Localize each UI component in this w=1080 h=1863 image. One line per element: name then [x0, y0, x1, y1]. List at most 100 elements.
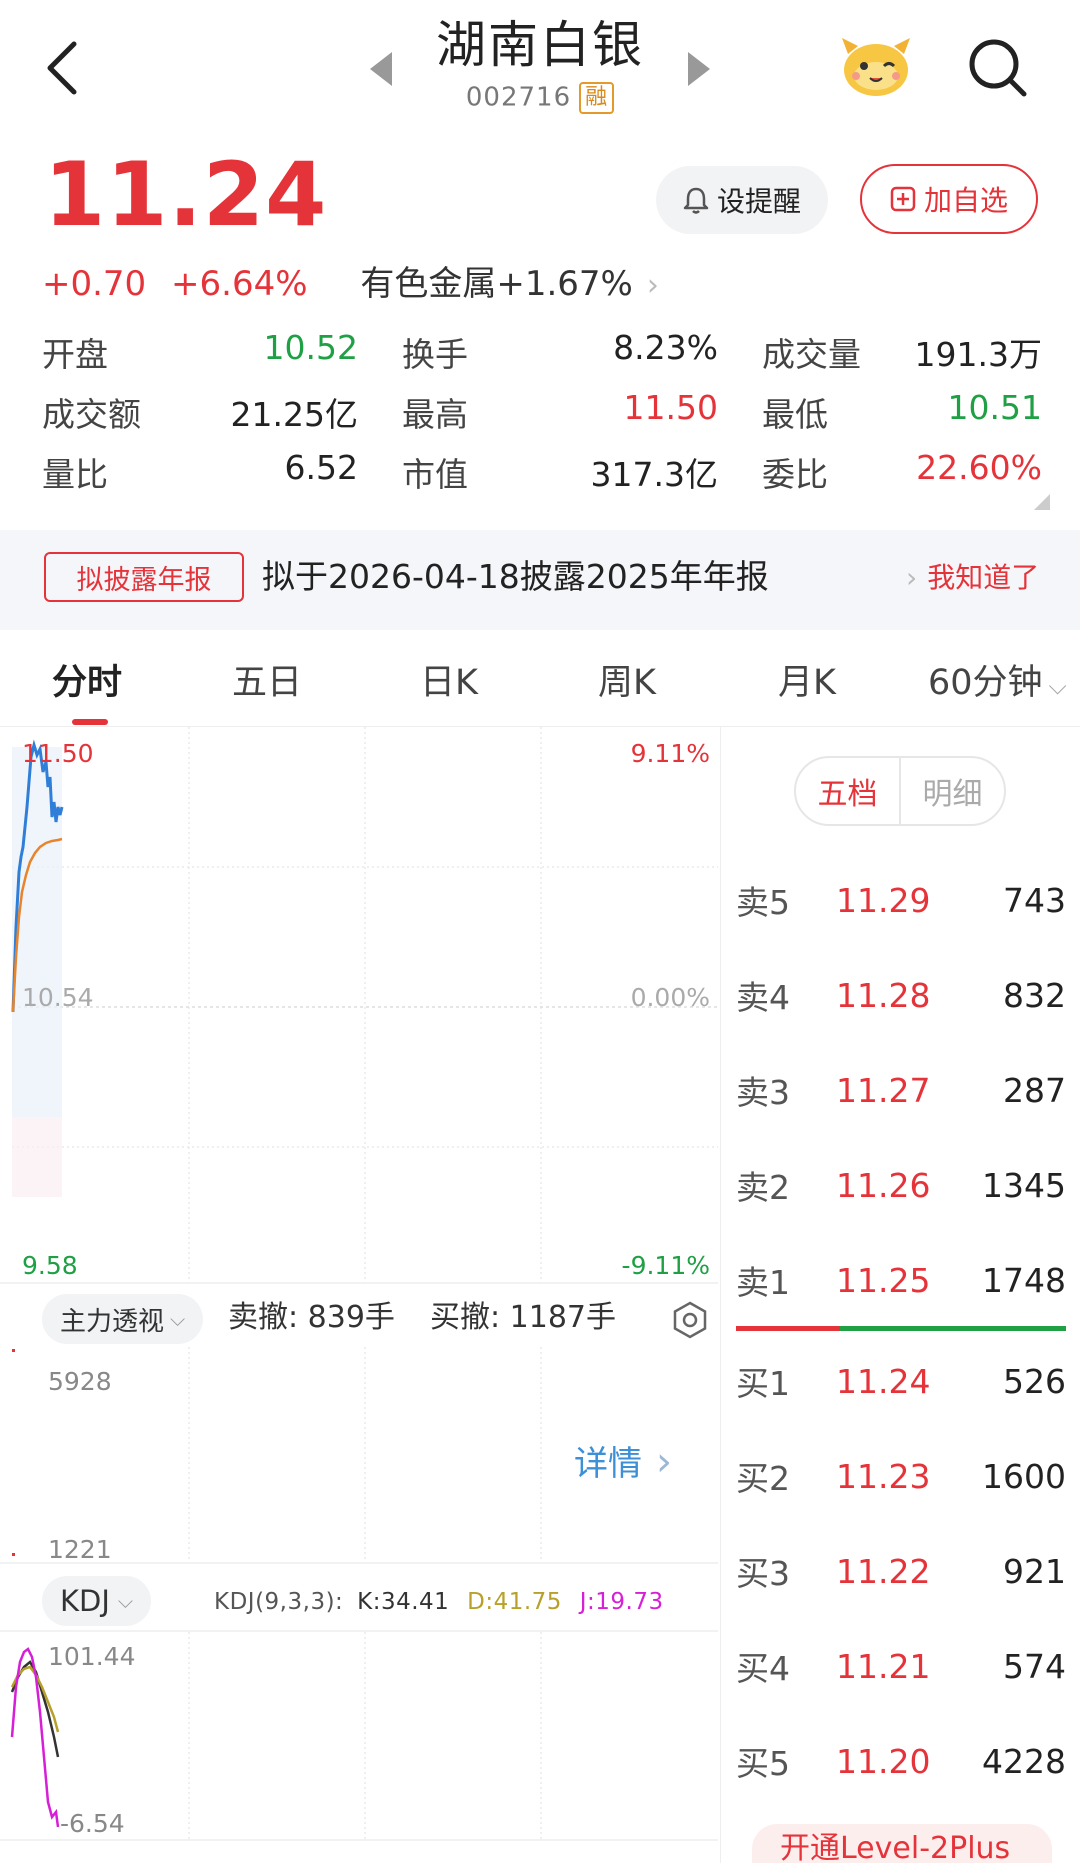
bid-price: 11.21 [836, 1646, 931, 1686]
chevron-down-icon: ⌵ [170, 1307, 186, 1331]
tab-60-minute[interactable]: 60分钟 ⌵ [928, 655, 1067, 714]
ask-row: 卖4 11.28 832 [736, 965, 1066, 1025]
chevron-down-icon: ⌵ [1048, 672, 1067, 700]
tab-weekly-k[interactable]: 周K [598, 655, 656, 711]
tab-60-minute-label: 60分钟 [928, 663, 1043, 703]
stat-open: 开盘 10.52 [42, 328, 402, 376]
indicator-selector-label: 主力透视 [60, 1306, 165, 1337]
set-alert-label: 设提醒 [716, 185, 801, 218]
sell-ratio-segment [840, 1326, 1066, 1331]
stat-order-ratio: 委比 22.60% [762, 448, 1042, 496]
price-change: +0.70 [42, 264, 147, 304]
next-stock-icon[interactable] [688, 52, 710, 86]
stat-value: 317.3亿 [590, 455, 718, 494]
ask-label: 卖1 [736, 1263, 790, 1302]
bid-volume: 526 [1003, 1361, 1066, 1401]
add-square-icon [890, 186, 916, 212]
kdj-params: KDJ(9,3,3): [214, 1589, 344, 1615]
buy-ratio-segment [736, 1326, 840, 1331]
kdj-selector-label: KDJ [60, 1584, 110, 1618]
stat-value: 191.3万 [914, 335, 1042, 374]
stat-turnover: 换手 8.23% [402, 328, 762, 376]
indicator-selector[interactable]: 主力透视 ⌵ [42, 1294, 204, 1344]
chevron-down-icon: ⌵ [117, 1589, 134, 1613]
kdj-d-value: D:41.75 [467, 1589, 562, 1615]
tab-five-levels[interactable]: 五档 [796, 758, 899, 824]
settings-hexagon-icon[interactable] [670, 1300, 710, 1340]
ask-label: 卖4 [736, 978, 790, 1017]
expand-corner-icon[interactable] [1034, 494, 1050, 510]
bid-label: 买3 [736, 1554, 790, 1593]
bid-row: 买2 11.23 1600 [736, 1446, 1066, 1506]
ask-price: 11.26 [836, 1165, 931, 1205]
kdj-j-value: J:19.73 [579, 1589, 664, 1615]
ask-label: 卖2 [736, 1168, 790, 1207]
notice-text[interactable]: 拟于2026-04-18披露2025年年报 [262, 554, 769, 600]
price-change-pct: +6.64% [171, 264, 308, 304]
bid-label: 买4 [736, 1649, 790, 1688]
stat-value: 10.51 [947, 388, 1042, 427]
ask-row: 卖5 11.29 743 [736, 870, 1066, 930]
tab-five-day[interactable]: 五日 [232, 655, 302, 711]
stat-label: 开盘 [42, 335, 108, 374]
kdj-selector[interactable]: KDJ ⌵ [42, 1576, 152, 1626]
level2-upgrade-button[interactable]: 开通Level-2Plus [752, 1824, 1052, 1863]
tab-monthly-k[interactable]: 月K [778, 655, 836, 711]
back-icon[interactable] [40, 38, 90, 98]
buy-sell-ratio-bar [736, 1326, 1066, 1331]
bid-volume: 921 [1003, 1551, 1066, 1591]
price-area-fill-lower [12, 1117, 62, 1197]
bid-price: 11.20 [836, 1741, 931, 1781]
tab-daily-k[interactable]: 日K [420, 655, 478, 711]
ask-volume: 1345 [982, 1165, 1066, 1205]
sector-link[interactable]: 有色金属+1.67% › [360, 264, 659, 304]
stock-name: 湖南白银 [436, 16, 644, 74]
add-watchlist-button[interactable]: 加自选 [860, 164, 1038, 234]
stat-label: 最低 [762, 395, 828, 434]
stat-label: 委比 [762, 455, 828, 494]
stat-volume: 成交量 191.3万 [762, 328, 1042, 376]
bid-row: 买1 11.24 526 [736, 1351, 1066, 1411]
kdj-min-label: -6.54 [60, 1809, 125, 1838]
margin-trading-badge: 融 [579, 82, 615, 114]
sector-name: 有色金属 [360, 264, 497, 304]
notice-tag: 拟披露年报 [44, 552, 244, 602]
ask-label: 卖5 [736, 883, 790, 922]
order-book-toggle: 五档 明细 [794, 756, 1006, 826]
bid-price: 11.24 [836, 1361, 931, 1401]
set-alert-button[interactable]: 设提醒 [656, 166, 828, 234]
price-change-row: +0.70 +6.64% 有色金属+1.67% › [42, 262, 659, 308]
bid-volume: 4228 [982, 1741, 1066, 1781]
stock-title-block: 湖南白银 002716 融 [330, 12, 750, 114]
notice-dismiss-button[interactable]: › 我知道了 [906, 556, 1039, 600]
volume-min-label: 1221 [48, 1535, 112, 1564]
stats-row: 量比 6.52 市值 317.3亿 委比 22.60% [42, 442, 1042, 502]
mascot-icon[interactable] [838, 30, 914, 100]
price-min-label: 9.58 [22, 1251, 78, 1280]
ask-volume: 1748 [982, 1260, 1066, 1300]
stat-label: 成交额 [42, 395, 141, 434]
sector-change-pct: +1.67% [496, 264, 633, 304]
tab-intraday[interactable]: 分时 [52, 655, 122, 711]
details-label: 详情 [574, 1444, 642, 1484]
bid-row: 买3 11.22 921 [736, 1541, 1066, 1601]
annual-report-notice: 拟披露年报 拟于2026-04-18披露2025年年报 › 我知道了 [0, 530, 1080, 630]
pct-max-label: 9.11% [630, 739, 710, 768]
volume-bar [12, 1553, 15, 1556]
stat-high: 最高 11.50 [402, 388, 762, 436]
kdj-j-line [10, 1647, 60, 1828]
tab-trade-details[interactable]: 明细 [899, 758, 1004, 824]
stat-value: 21.25亿 [230, 395, 358, 434]
ask-row: 卖1 11.25 1748 [736, 1250, 1066, 1310]
stock-code: 002716 [465, 82, 572, 113]
stat-volume-ratio: 量比 6.52 [42, 448, 402, 496]
chevron-right-icon: › [906, 561, 918, 594]
search-icon[interactable] [966, 36, 1030, 100]
details-link[interactable]: 详情 › [574, 1438, 672, 1488]
kdj-grid [188, 1632, 542, 1839]
stat-value: 22.60% [916, 448, 1042, 487]
pct-zero-label: 0.00% [630, 983, 710, 1012]
level2-label: 开通Level-2Plus [780, 1831, 1011, 1863]
bid-row: 买5 11.20 4228 [736, 1731, 1066, 1791]
active-tab-indicator [72, 719, 108, 725]
